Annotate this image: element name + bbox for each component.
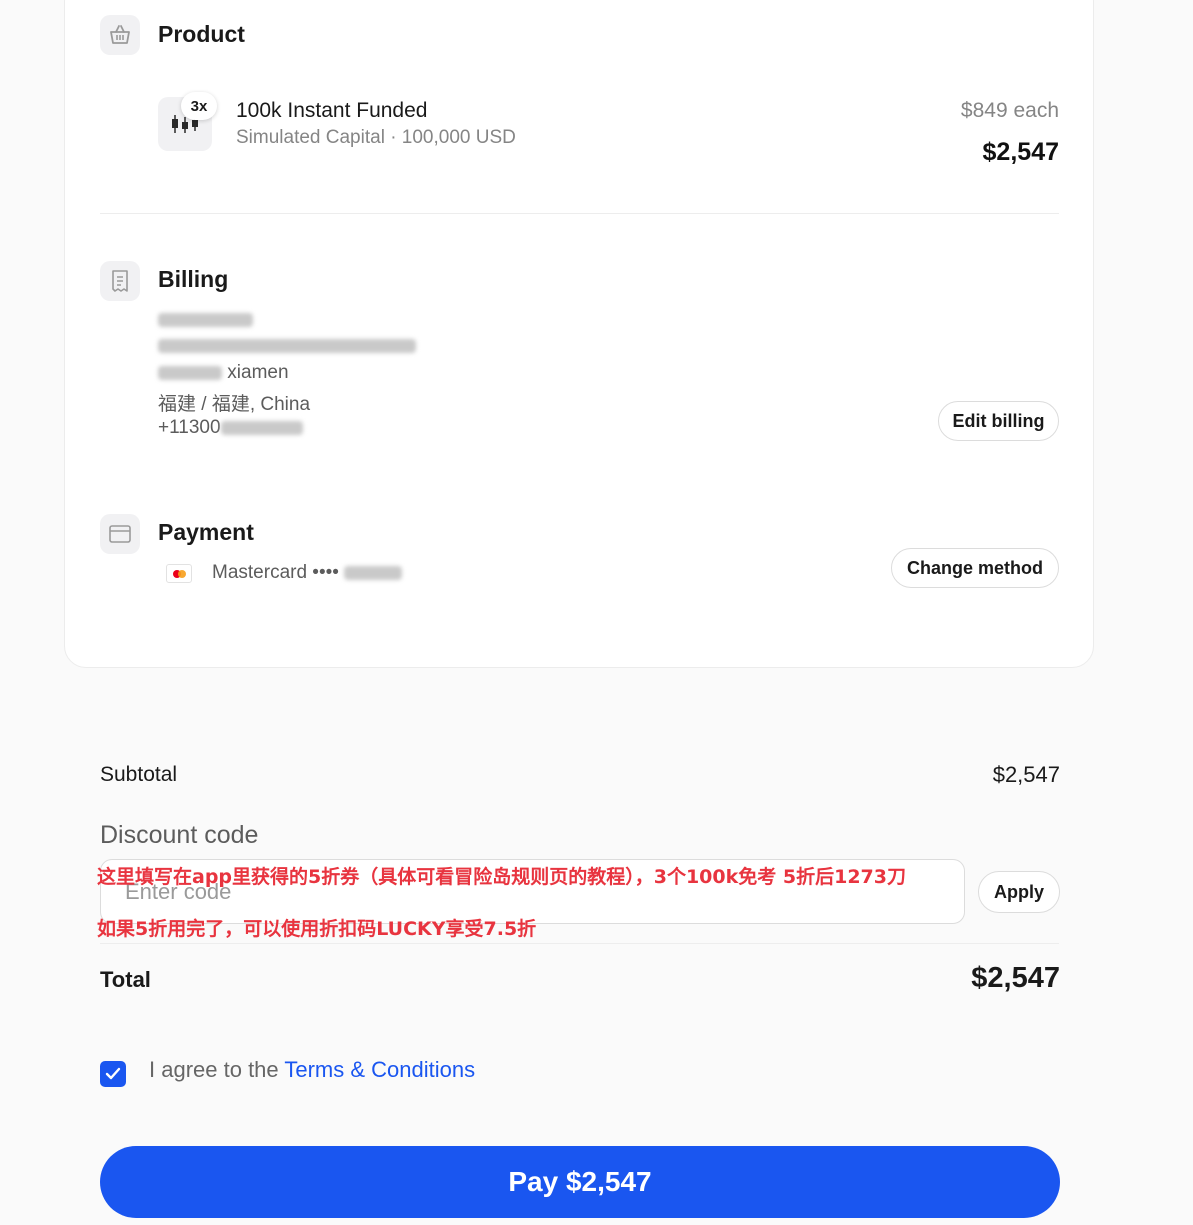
terms-agreement: I agree to the Terms & Conditions bbox=[149, 1057, 475, 1083]
billing-city-line: xiamen bbox=[158, 362, 289, 384]
annotation-line-2: 如果5折用完了，可以使用折扣码LUCKY享受7.5折 bbox=[97, 918, 537, 940]
checkmark-icon bbox=[105, 1067, 121, 1080]
billing-phone: +11300 bbox=[158, 417, 303, 439]
product-price-each: $849 each bbox=[960, 99, 1059, 122]
divider bbox=[100, 943, 1059, 944]
billing-city: xiamen bbox=[227, 362, 289, 383]
subtotal-value: $2,547 bbox=[992, 762, 1060, 787]
receipt-icon bbox=[100, 261, 140, 301]
total-value: $2,547 bbox=[971, 962, 1060, 994]
product-section-title: Product bbox=[158, 21, 245, 47]
payment-card-text: Mastercard •••• bbox=[212, 562, 339, 583]
agree-prefix: I agree to the bbox=[149, 1057, 285, 1082]
basket-icon bbox=[100, 15, 140, 55]
payment-section-title: Payment bbox=[158, 519, 254, 545]
change-method-button[interactable]: Change method bbox=[891, 548, 1059, 588]
billing-region: 福建 / 福建, China bbox=[158, 394, 311, 415]
product-name: 100k Instant Funded bbox=[236, 99, 428, 122]
annotation-line-1: 这里填写在app里获得的5折券（具体可看冒险岛规则页的教程），3个100k免考 … bbox=[97, 866, 906, 888]
product-line-total: $2,547 bbox=[982, 138, 1059, 166]
terms-link[interactable]: Terms & Conditions bbox=[284, 1057, 475, 1082]
billing-section-title: Billing bbox=[158, 266, 229, 292]
payment-card-line: Mastercard •••• bbox=[212, 562, 403, 584]
apply-button[interactable]: Apply bbox=[978, 871, 1060, 913]
total-label: Total bbox=[100, 967, 151, 992]
credit-card-icon bbox=[100, 514, 140, 554]
edit-billing-button[interactable]: Edit billing bbox=[938, 401, 1059, 441]
divider bbox=[100, 213, 1059, 214]
billing-phone-prefix: +11300 bbox=[158, 417, 221, 438]
pay-button[interactable]: Pay $2,547 bbox=[100, 1146, 1060, 1218]
billing-address-redacted bbox=[158, 335, 416, 357]
mastercard-icon bbox=[166, 564, 192, 583]
quantity-badge: 3x bbox=[181, 92, 217, 120]
discount-code-label: Discount code bbox=[100, 821, 259, 849]
product-subtitle: Simulated Capital · 100,000 USD bbox=[236, 127, 516, 148]
billing-name-redacted bbox=[158, 309, 253, 331]
terms-checkbox[interactable] bbox=[100, 1061, 126, 1087]
subtotal-label: Subtotal bbox=[100, 763, 178, 786]
